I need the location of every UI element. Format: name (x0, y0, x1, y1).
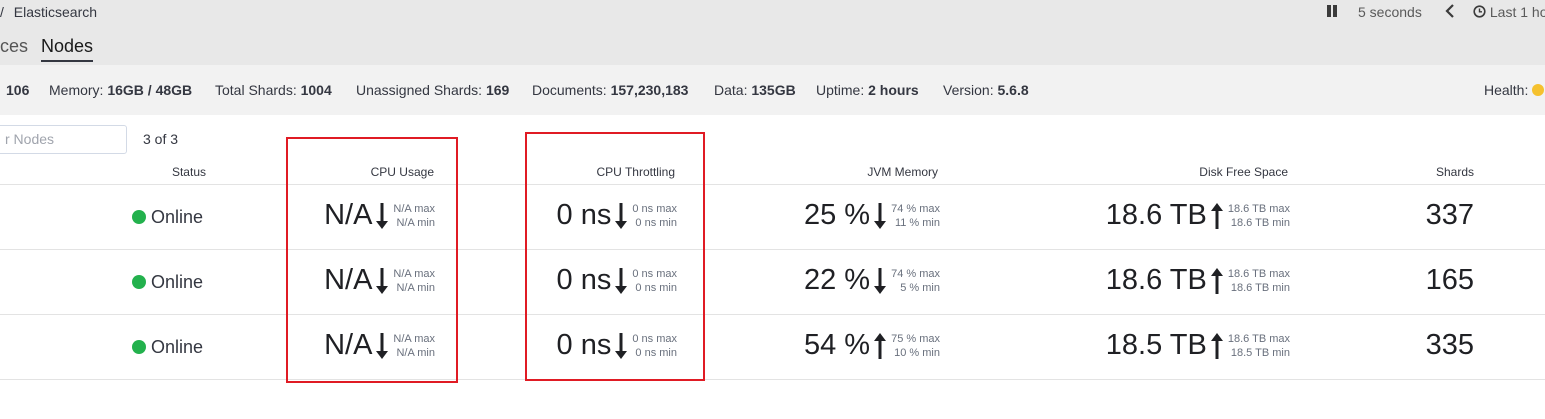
breadcrumb-separator: / (0, 4, 4, 20)
stat-memory: Memory: 16GB / 48GB (49, 82, 193, 98)
shards-count: 335 (1425, 329, 1474, 361)
disk-max: 18.6 TB max (1227, 332, 1290, 345)
breadcrumb-current[interactable]: Elasticsearch (14, 4, 97, 20)
column-header-jvm-memory[interactable]: JVM Memory (867, 165, 938, 179)
top-bar: / Elasticsearch 5 seconds Last 1 ho ces … (0, 0, 1545, 65)
cluster-stats-bar: 106 Memory: 16GB / 48GB Total Shards: 10… (0, 65, 1545, 115)
shards-count: 337 (1425, 199, 1474, 231)
disk-max: 18.6 TB max (1227, 267, 1290, 280)
stat-uptime: Uptime: 2 hours (816, 82, 919, 98)
shards-count: 165 (1425, 264, 1474, 296)
disk-value: 18.5 TB (1105, 329, 1207, 361)
stat-data: Data: 135GB (714, 82, 796, 98)
clock-icon (1473, 5, 1486, 18)
disk-min-max: 18.6 TB max 18.6 TB min (1228, 202, 1290, 230)
refresh-interval[interactable]: 5 seconds (1358, 4, 1422, 20)
arrow-up-icon (1210, 202, 1224, 230)
filter-placeholder: r Nodes (5, 131, 55, 147)
tab-indices[interactable]: ces (0, 36, 28, 57)
health-status-dot (1532, 84, 1545, 96)
arrow-up-icon (1210, 267, 1224, 295)
table-row[interactable]: Online N/A N/A max N/A min 0 ns 0 ns max 0 ns … (0, 185, 1545, 250)
stat-nodes: 106 (6, 82, 30, 98)
disk-max: 18.6 TB max (1227, 202, 1290, 215)
disk-min: 18.6 TB min (1230, 281, 1290, 294)
table-row[interactable]: Online N/A N/A max N/A min 0 ns 0 ns max 0 ns … (0, 315, 1545, 380)
disk-min-max: 18.6 TB max 18.6 TB min (1228, 267, 1290, 295)
disk-value: 18.6 TB (1105, 264, 1207, 296)
arrow-up-icon (1210, 332, 1224, 360)
pause-icon[interactable] (1326, 4, 1338, 21)
column-header-status[interactable]: Status (172, 165, 206, 179)
chevron-left-icon[interactable] (1445, 4, 1455, 21)
stat-documents: Documents: 157,230,183 (532, 82, 689, 98)
time-range-label: Last 1 ho (1489, 4, 1545, 20)
table-row[interactable]: Online N/A N/A max N/A min 0 ns 0 ns max 0 ns … (0, 250, 1545, 315)
filter-nodes-input[interactable]: r Nodes (0, 125, 127, 154)
highlight-box-cpu-throttling (525, 132, 705, 381)
column-header-disk-free-space[interactable]: Disk Free Space (1199, 165, 1288, 179)
stat-health: Health: (1484, 82, 1545, 98)
time-range-picker[interactable]: Last 1 ho (1473, 4, 1545, 20)
column-header-shards[interactable]: Shards (1436, 165, 1474, 179)
stat-unassigned-shards: Unassigned Shards: 169 (356, 82, 510, 98)
result-count: 3 of 3 (143, 131, 179, 147)
tab-nodes[interactable]: Nodes (41, 36, 94, 62)
breadcrumb: / Elasticsearch (0, 4, 97, 20)
stat-version: Version: 5.6.8 (943, 82, 1029, 98)
stat-total-shards: Total Shards: 1004 (215, 82, 332, 98)
disk-value: 18.6 TB (1105, 199, 1207, 231)
disk-min-max: 18.6 TB max 18.5 TB min (1228, 332, 1290, 360)
highlight-box-cpu-usage (286, 137, 458, 383)
disk-min: 18.5 TB min (1230, 346, 1290, 359)
disk-min: 18.6 TB min (1230, 216, 1290, 229)
